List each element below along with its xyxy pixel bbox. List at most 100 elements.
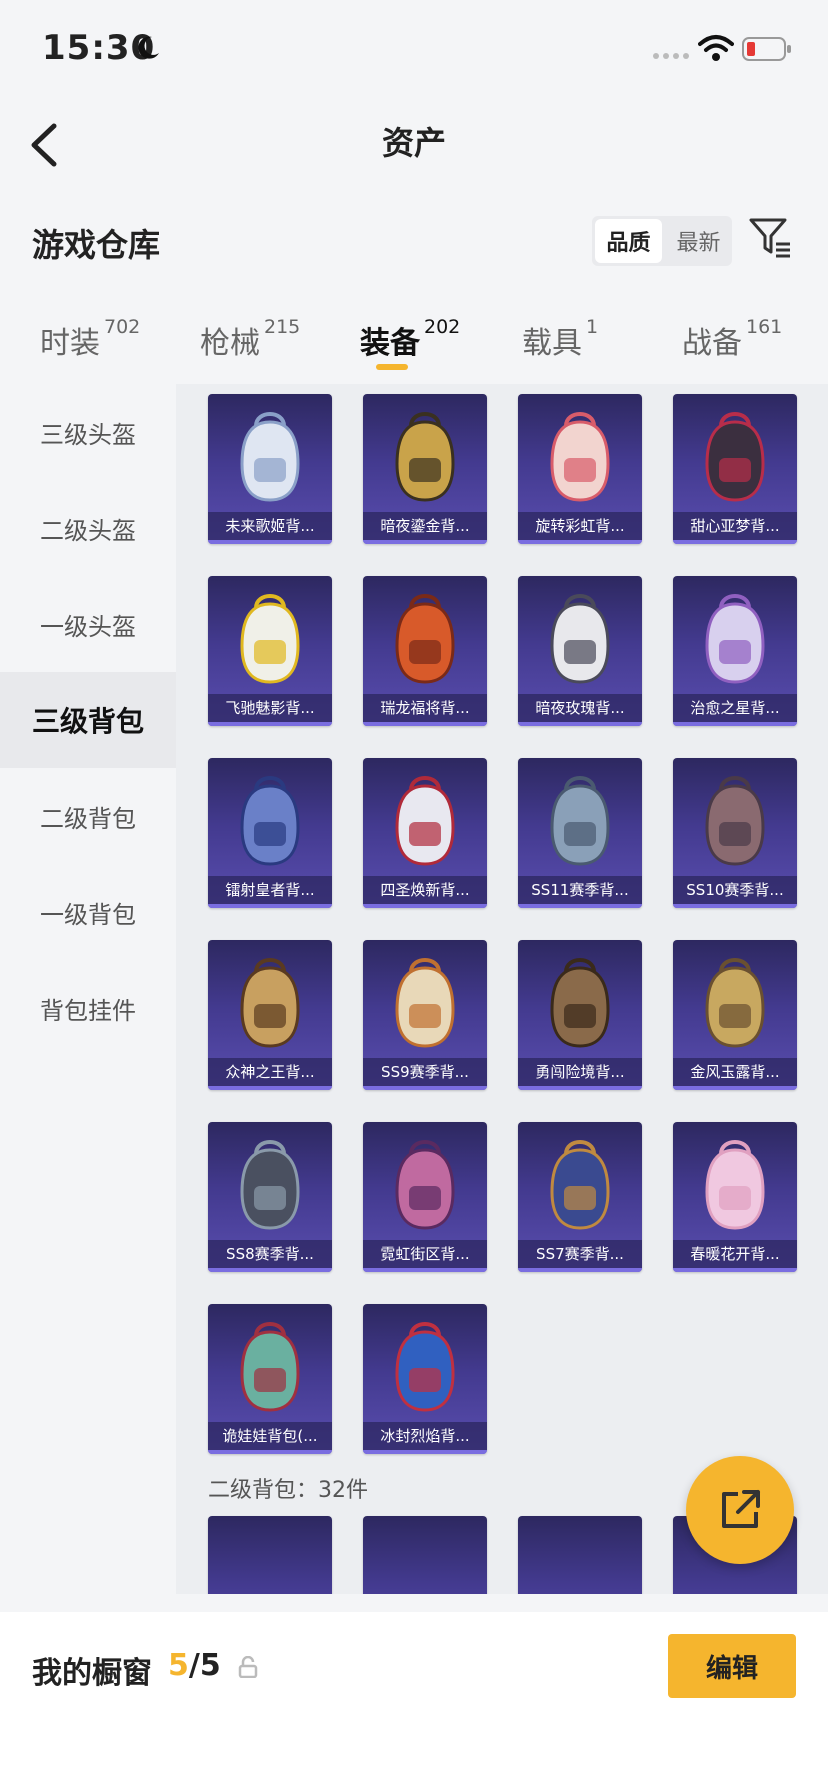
item-card[interactable]: SS9赛季背... [363, 940, 487, 1090]
item-card[interactable]: SS7赛季背... [518, 1122, 642, 1272]
showcase-label: 我的橱窗 [32, 1656, 152, 1691]
item-card[interactable]: 勇闯险境背... [518, 940, 642, 1090]
tab-equipment[interactable]: 装备 202 [360, 316, 460, 362]
backpack-icon [240, 1322, 300, 1412]
backpack-icon [395, 958, 455, 1048]
item-card-label: SS10赛季背... [673, 876, 797, 904]
sort-toggle: 品质 最新 [592, 216, 732, 266]
backpack-icon [240, 958, 300, 1048]
backpack-icon [550, 776, 610, 866]
item-card-label: 暗夜玫瑰背... [518, 694, 642, 722]
item-card-label: 旋转彩虹背... [518, 512, 642, 540]
sort-latest-button[interactable]: 最新 [665, 216, 732, 266]
tab-supplies[interactable]: 战备 161 [682, 316, 783, 362]
item-card-label: 瑞龙福将背... [363, 694, 487, 722]
item-card[interactable]: 飞驰魅影背... [208, 576, 332, 726]
item-card[interactable]: 甜心亚梦背... [673, 394, 797, 544]
lock-icon [238, 1656, 258, 1678]
item-card[interactable]: 旋转彩虹背... [518, 394, 642, 544]
item-card-partial[interactable] [363, 1516, 487, 1594]
item-card-label: 众神之王背... [208, 1058, 332, 1086]
wifi-icon [698, 35, 734, 61]
item-card-label: SS11赛季背... [518, 876, 642, 904]
tab-count: 702 [104, 316, 141, 338]
signal-icon [653, 53, 689, 59]
tab-vehicles[interactable]: 载具 1 [522, 316, 598, 362]
item-card-label: 治愈之星背... [673, 694, 797, 722]
category-tabs: 时装 702 枪械 215 装备 202 载具 1 战备 161 [0, 300, 828, 380]
item-grid: 未来歌姬背... 暗夜鎏金背... 旋转彩虹背... 甜心亚梦背... 飞驰魅影背...… [176, 384, 828, 1594]
backpack-icon [395, 594, 455, 684]
backpack-icon [705, 1140, 765, 1230]
backpack-icon [550, 594, 610, 684]
filter-icon[interactable] [748, 216, 792, 260]
showcase-total: /5 [188, 1648, 221, 1683]
item-card-label: SS9赛季背... [363, 1058, 487, 1086]
item-card[interactable]: 瑞龙福将背... [363, 576, 487, 726]
backpack-icon [705, 594, 765, 684]
tab-guns[interactable]: 枪械 215 [200, 316, 301, 362]
status-bar: 15:30 [0, 0, 828, 100]
item-card-label: 飞驰魅影背... [208, 694, 332, 722]
sidebar-item-helmet-1[interactable]: 一级头盔 [0, 576, 176, 672]
backpack-icon [550, 1140, 610, 1230]
item-card-label: 勇闯险境背... [518, 1058, 642, 1086]
item-card[interactable]: 金风玉露背... [673, 940, 797, 1090]
backpack-icon [550, 412, 610, 502]
item-card[interactable]: 暗夜鎏金背... [363, 394, 487, 544]
showcase-count: 5/5 [168, 1648, 221, 1683]
sidebar-item-backpack-pendant[interactable]: 背包挂件 [0, 960, 176, 1056]
tab-fashion[interactable]: 时装 702 [40, 316, 141, 362]
backpack-icon [705, 412, 765, 502]
item-card[interactable]: SS8赛季背... [208, 1122, 332, 1272]
sidebar: 三级头盔 二级头盔 一级头盔 三级背包 二级背包 一级背包 背包挂件 [0, 384, 176, 1594]
backpack-icon [705, 776, 765, 866]
item-card[interactable]: SS11赛季背... [518, 758, 642, 908]
backpack-icon [240, 1140, 300, 1230]
backpack-icon [705, 958, 765, 1048]
item-card-partial[interactable] [208, 1516, 332, 1594]
tab-count: 215 [264, 316, 301, 338]
item-card-label: 暗夜鎏金背... [363, 512, 487, 540]
tab-label: 时装 [40, 326, 100, 361]
tab-count: 161 [746, 316, 783, 338]
page-title: 资产 [381, 124, 446, 162]
item-card-label: 冰封烈焰背... [363, 1422, 487, 1450]
sidebar-item-backpack-2[interactable]: 二级背包 [0, 768, 176, 864]
item-card[interactable]: 暗夜玫瑰背... [518, 576, 642, 726]
showcase-bar: 我的橱窗 5/5 编辑 [0, 1612, 828, 1792]
sidebar-item-backpack-3[interactable]: 三级背包 [0, 672, 176, 768]
item-card-label: 四圣焕新背... [363, 876, 487, 904]
item-card[interactable]: 霓虹街区背... [363, 1122, 487, 1272]
item-card[interactable]: 镭射皇者背... [208, 758, 332, 908]
section-title: 游戏仓库 [32, 226, 161, 264]
item-card[interactable]: 冰封烈焰背... [363, 1304, 487, 1454]
backpack-icon [395, 1322, 455, 1412]
showcase-current: 5 [168, 1648, 189, 1683]
backpack-icon [240, 412, 300, 502]
tab-label: 载具 [522, 326, 582, 361]
sidebar-item-helmet-2[interactable]: 二级头盔 [0, 480, 176, 576]
item-card[interactable]: 四圣焕新背... [363, 758, 487, 908]
item-card-label: 甜心亚梦背... [673, 512, 797, 540]
sidebar-item-backpack-1[interactable]: 一级背包 [0, 864, 176, 960]
backpack-icon [395, 776, 455, 866]
item-card-label: 春暖花开背... [673, 1240, 797, 1268]
backpack-icon [395, 1140, 455, 1230]
item-card[interactable]: SS10赛季背... [673, 758, 797, 908]
share-icon [722, 1490, 760, 1528]
sort-quality-button[interactable]: 品质 [595, 219, 662, 263]
backpack-icon [240, 776, 300, 866]
item-card[interactable]: 未来歌姬背... [208, 394, 332, 544]
item-card[interactable]: 春暖花开背... [673, 1122, 797, 1272]
moon-icon [138, 36, 159, 59]
share-button[interactable] [686, 1456, 794, 1564]
tab-label: 战备 [682, 326, 742, 361]
edit-button[interactable]: 编辑 [668, 1634, 796, 1698]
item-card[interactable]: 治愈之星背... [673, 576, 797, 726]
sidebar-item-helmet-3[interactable]: 三级头盔 [0, 384, 176, 480]
item-card[interactable]: 诡娃娃背包(... [208, 1304, 332, 1454]
item-card-partial[interactable] [518, 1516, 642, 1594]
nav-bar: 资产 [0, 100, 828, 200]
item-card[interactable]: 众神之王背... [208, 940, 332, 1090]
